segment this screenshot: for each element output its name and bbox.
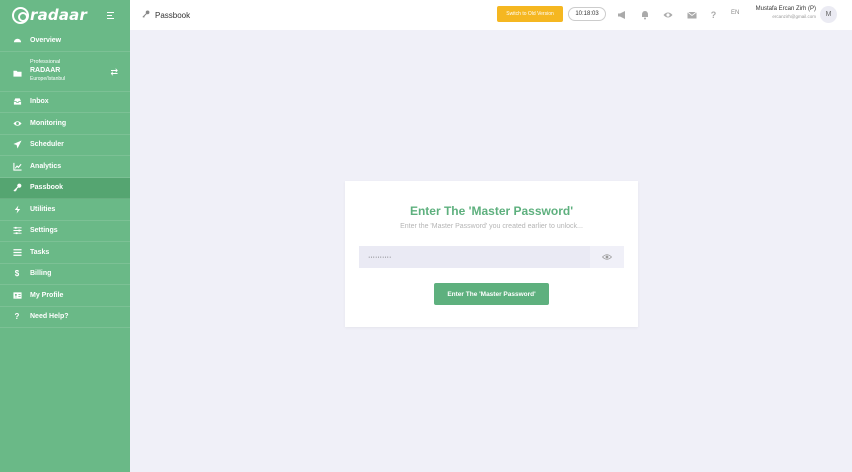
user-email: ercanzirh@gmail.com bbox=[772, 14, 816, 19]
sidebar-item-label: Overview bbox=[30, 36, 62, 44]
sidebar-item-label: Settings bbox=[30, 227, 58, 235]
sidebar-item-tasks[interactable]: Tasks bbox=[0, 242, 130, 264]
sidebar-toggle-icon[interactable] bbox=[107, 11, 114, 19]
workspace-location: Europe/Istanbul bbox=[30, 75, 66, 82]
sidebar-item-settings[interactable]: Settings bbox=[0, 221, 130, 242]
sidebar-item-need-help[interactable]: ? Need Help? bbox=[0, 307, 130, 328]
paper-plane-icon bbox=[12, 140, 22, 150]
workspace-name: RADAAR bbox=[30, 66, 61, 74]
switch-workspace-icon[interactable]: ⇄ bbox=[110, 67, 118, 78]
sidebar-item-label: Utilities bbox=[30, 205, 56, 213]
brand-name: radaar bbox=[30, 6, 88, 24]
logo-mark-icon bbox=[12, 6, 29, 24]
sidebar-item-utilities[interactable]: Utilities bbox=[0, 199, 130, 221]
dashboard-icon bbox=[12, 35, 22, 45]
card-title: Enter The 'Master Password' bbox=[409, 204, 574, 218]
workspace-selector[interactable]: Professional RADAAR Europe/Istanbul ⇄ bbox=[0, 52, 130, 92]
sidebar-item-label: Need Help? bbox=[30, 313, 69, 321]
top-bar: Passbook Switch to Old Version 10:18:03 … bbox=[130, 0, 852, 30]
avatar[interactable]: M bbox=[820, 6, 837, 23]
sidebar-item-label: Billing bbox=[30, 270, 52, 278]
inbox-icon bbox=[12, 97, 22, 107]
folder-icon bbox=[12, 69, 22, 79]
chart-icon bbox=[12, 161, 22, 171]
brand-logo[interactable]: radaar bbox=[12, 6, 87, 24]
dollar-icon: $ bbox=[14, 269, 20, 279]
key-icon bbox=[12, 183, 22, 193]
bolt-icon bbox=[12, 204, 22, 214]
sidebar-item-label: Monitoring bbox=[30, 119, 67, 127]
sidebar-item-label: Passbook bbox=[30, 184, 64, 192]
sidebar-item-label: Analytics bbox=[30, 162, 62, 170]
page-title: Passbook bbox=[155, 10, 191, 20]
workspace-type: Professional bbox=[30, 58, 61, 65]
sidebar-item-my-profile[interactable]: My Profile bbox=[0, 285, 130, 307]
sidebar: radaar Overview Professional RADAAR Euro… bbox=[0, 0, 130, 472]
eye-icon bbox=[12, 118, 22, 128]
password-field-group bbox=[359, 246, 624, 268]
submit-master-password-button[interactable]: Enter The 'Master Password' bbox=[434, 283, 549, 305]
clock: 10:18:03 bbox=[568, 7, 606, 21]
user-info[interactable]: Mustafa Ercan Zirh (P) ercanzirh@gmail.c… bbox=[748, 6, 816, 19]
sidebar-item-billing[interactable]: $ Billing bbox=[0, 264, 130, 285]
id-card-icon bbox=[12, 290, 22, 300]
switch-version-button[interactable]: Switch to Old Version bbox=[497, 6, 563, 22]
sidebar-item-overview[interactable]: Overview bbox=[0, 30, 130, 52]
list-icon bbox=[12, 247, 22, 257]
sidebar-nav-main: Inbox Monitoring Scheduler Analytics Pas… bbox=[0, 92, 130, 328]
sidebar-item-inbox[interactable]: Inbox bbox=[0, 92, 130, 113]
help-icon[interactable]: ? bbox=[708, 9, 719, 20]
sidebar-item-label: My Profile bbox=[30, 291, 64, 299]
master-password-card: Enter The 'Master Password' Enter the 'M… bbox=[345, 181, 638, 327]
eye-icon[interactable] bbox=[662, 9, 673, 20]
sidebar-item-label: Scheduler bbox=[30, 141, 64, 149]
user-name: Mustafa Ercan Zirh (P) bbox=[755, 6, 816, 12]
sidebar-item-label: Inbox bbox=[30, 98, 49, 106]
sidebar-item-passbook[interactable]: Passbook bbox=[0, 177, 130, 199]
sidebar-item-scheduler[interactable]: Scheduler bbox=[0, 135, 130, 156]
question-icon: ? bbox=[14, 312, 20, 322]
mail-icon[interactable] bbox=[686, 9, 697, 20]
sidebar-item-label: Tasks bbox=[30, 248, 50, 256]
megaphone-icon[interactable] bbox=[616, 9, 627, 20]
key-icon bbox=[142, 10, 150, 20]
language-selector[interactable]: EN bbox=[731, 10, 739, 16]
sidebar-item-analytics[interactable]: Analytics bbox=[0, 156, 130, 178]
sliders-icon bbox=[12, 226, 22, 236]
master-password-input[interactable] bbox=[359, 246, 590, 268]
breadcrumb: Passbook bbox=[142, 10, 190, 20]
sidebar-nav: Overview bbox=[0, 30, 130, 52]
card-subtitle: Enter the 'Master Password' you created … bbox=[400, 223, 583, 230]
bell-icon[interactable] bbox=[639, 9, 650, 20]
sidebar-item-monitoring[interactable]: Monitoring bbox=[0, 113, 130, 135]
logo-row: radaar bbox=[0, 0, 130, 30]
show-password-icon[interactable] bbox=[590, 246, 624, 268]
